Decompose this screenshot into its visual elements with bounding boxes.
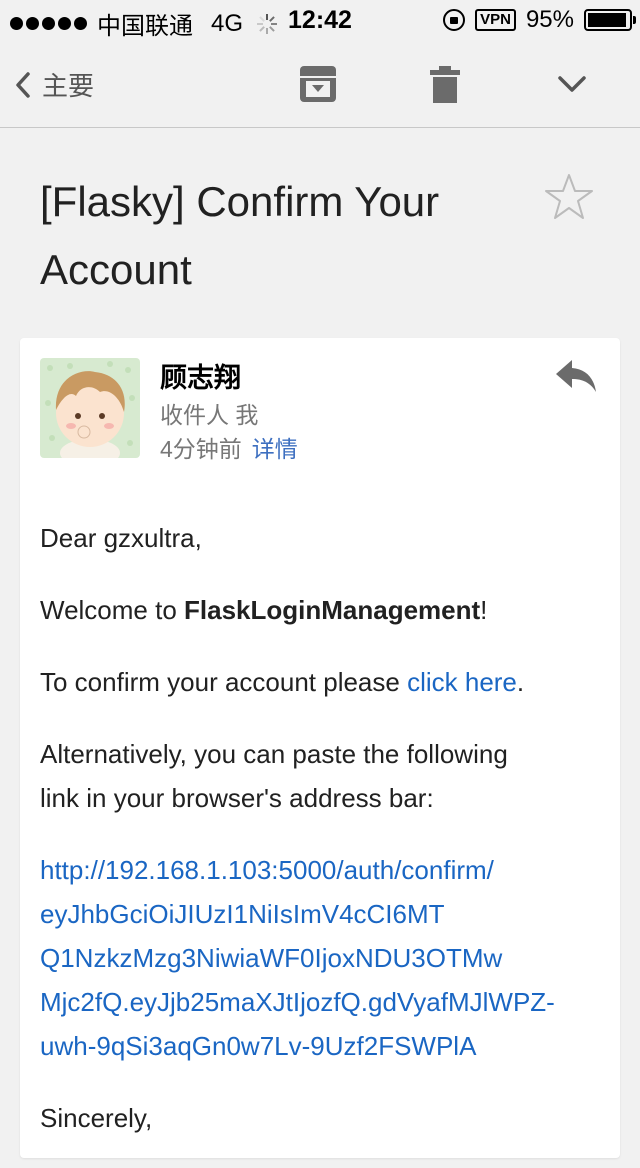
subject-line-1: [Flasky] Confirm Your	[40, 178, 440, 225]
time-row: 4分钟前 详情	[160, 430, 298, 464]
welcome-suffix: !	[480, 595, 488, 625]
confirm-suffix: .	[516, 667, 525, 697]
star-icon[interactable]	[544, 172, 594, 222]
back-chevron-icon	[16, 71, 30, 98]
battery-fill	[588, 13, 626, 27]
recipient-line: 收件人 我	[160, 402, 259, 428]
greeting: Dear gzxultra,	[40, 523, 202, 553]
closing: Sincerely,	[40, 1103, 153, 1133]
back-label: 主要	[42, 71, 95, 101]
subject-line-2: Account	[40, 246, 192, 293]
email-body: Dear gzxultra, Welcome to FlaskLoginMana…	[40, 516, 600, 1168]
email-card: 顾志翔 收件人 我 4分钟前 详情 Dear gzxultra, Welcome …	[20, 338, 620, 1158]
mail-toolbar: 主要	[0, 40, 640, 128]
avatar[interactable]	[40, 358, 140, 458]
confirm-line: To confirm your account please click her…	[40, 660, 600, 704]
url-line: uwh-9qSi3aqGn0w7Lv-9Uzf2FSWPlA	[40, 1031, 477, 1061]
archive-icon[interactable]	[298, 64, 338, 104]
chevron-down-icon[interactable]	[552, 64, 592, 104]
back-button[interactable]: 主要	[12, 66, 94, 103]
click-here-link[interactable]: click here	[407, 667, 517, 697]
trash-icon[interactable]	[425, 64, 465, 104]
subject-block: [Flasky] Confirm Your Account	[40, 168, 520, 304]
status-right: VPN 95%	[443, 6, 636, 34]
reply-icon[interactable]	[554, 356, 598, 396]
welcome-prefix: Welcome to	[40, 595, 185, 625]
url-line: eyJhbGciOiJIUzI1NiIsImV4cCI6MT	[40, 899, 445, 929]
app-name: FlaskLoginManagement	[184, 595, 481, 625]
sender-name: 顾志翔	[160, 363, 241, 393]
confirm-url-link[interactable]: http://192.168.1.103:5000/auth/confirm/ …	[40, 848, 600, 1068]
sender-avatar-image	[40, 358, 140, 458]
url-line: http://192.168.1.103:5000/auth/confirm/	[40, 855, 494, 885]
battery-icon	[584, 9, 636, 31]
rotation-lock-icon	[443, 9, 466, 31]
sent-time: 4分钟前	[160, 436, 242, 462]
status-bar: 中国联通 4G 12:42 VPN 95%	[0, 0, 640, 40]
alternative-text: Alternatively, you can paste the followi…	[40, 732, 600, 820]
welcome-line: Welcome to FlaskLoginManagement!	[40, 588, 600, 632]
battery-percent: 95%	[525, 6, 574, 33]
url-line: Q1NzkzMzg3NiwiaWF0IjoxNDU3OTMw	[40, 943, 503, 973]
confirm-prefix: To confirm your account please	[40, 667, 408, 697]
url-line: Mjc2fQ.eyJjb25maXJtIjozfQ.gdVyafMJlWPZ-	[40, 987, 555, 1017]
vpn-badge: VPN	[475, 9, 516, 31]
alt-line-1: Alternatively, you can paste the followi…	[40, 739, 508, 769]
details-link[interactable]: 详情	[252, 436, 298, 462]
email-subject: [Flasky] Confirm Your Account	[40, 168, 520, 304]
alt-line-2: link in your browser's address bar:	[40, 783, 434, 813]
